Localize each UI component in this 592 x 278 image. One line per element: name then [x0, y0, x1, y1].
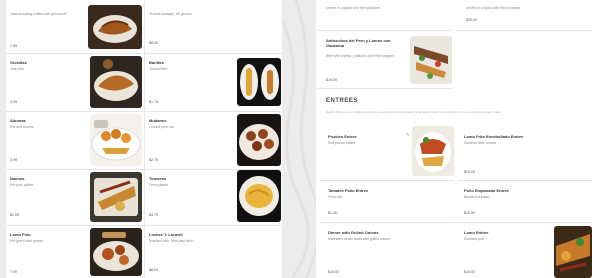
item-photo: [554, 226, 592, 278]
item-name: Pollo Empanado Entree: [464, 188, 509, 193]
item-description: Red pozole platter: [328, 141, 356, 145]
item-price: $19.00: [328, 270, 339, 274]
menu-card[interactable]: Tamales Pollo Entree Fried rice $1.50: [320, 182, 454, 223]
right-menu-panel: served in a tapas with fried potatoes se…: [316, 0, 592, 278]
item-price: 3.99: [10, 100, 17, 104]
menu-card[interactable]: Lochee T. Lorowll Roasted pork, fried pa…: [145, 226, 282, 278]
item-name: Pozoles Entree: [328, 134, 357, 139]
item-name: Albonas: [10, 118, 26, 123]
item-name: Nachos: [10, 176, 25, 181]
item-description: Ground pork mix: [149, 125, 175, 129]
item-name: Mudanes: [149, 118, 167, 123]
item-description: Ref pork platter: [10, 183, 34, 187]
item-name: Anticuchos del Peru y Lomos con Gaucama: [326, 38, 391, 48]
item-description: Sauteed beef, onions: [464, 141, 497, 145]
item-photo: [237, 58, 281, 106]
item-description: Ref and cheese: [10, 125, 34, 129]
item-photo: [88, 5, 142, 49]
menu-card[interactable]: Lomo Entree Roasted pork $19.00: [458, 224, 592, 278]
item-description: Grand fillers: [149, 67, 168, 71]
item-price: 7.00: [10, 270, 17, 274]
menu-card[interactable]: Dinner with Grilled Onions Marinated sir…: [320, 224, 454, 278]
item-photo: [237, 114, 281, 166]
item-photo: [90, 56, 142, 108]
item-price: 3.99: [10, 158, 17, 162]
menu-card[interactable]: served in a tapas with fried potatoes: [316, 0, 452, 31]
menu-card[interactable]: Ground sausage, ref ground $8.50: [145, 0, 282, 54]
menu-card[interactable]: Nachos Ref pork platter $1.00: [6, 170, 144, 226]
item-price: $8.00: [149, 268, 158, 272]
item-photo: [237, 170, 281, 222]
item-name: Barillos: [149, 60, 164, 65]
left-menu-panel: Jane dumpling stuffed with ground ref 7.…: [6, 0, 282, 278]
item-description: Beef with shrimp, potatoes and fresh pep…: [326, 54, 395, 58]
item-name: Tomsens: [149, 176, 167, 181]
menu-card[interactable]: Pollo Empanado Entree Breaded chicken $1…: [458, 182, 592, 223]
item-description: Marinated sirloin steak with grilled oni…: [328, 237, 390, 241]
item-photo: [90, 228, 142, 276]
item-description: Breaded chicken: [464, 195, 490, 199]
item-description: Fried rice: [328, 195, 343, 199]
item-price: $1.50: [328, 211, 337, 215]
item-description: Jedi pork: [10, 67, 24, 71]
menu-card[interactable]: Pozoles Entree Red pozole platter ✎: [320, 122, 454, 181]
item-price: $20.00: [466, 18, 477, 22]
item-price: $19.00: [464, 270, 475, 274]
menu-card[interactable]: Lomo Frito Encebollado Entree Sauteed be…: [458, 122, 592, 181]
item-name: Lochee T. Lorowll: [149, 232, 183, 237]
item-description: Roasted pork: [464, 237, 485, 241]
menu-card[interactable]: Mudanes Ground pork mix $2.75: [145, 112, 282, 170]
item-price: 7.95: [10, 44, 17, 48]
item-description: served in a tapas with fried potatoes: [326, 6, 381, 10]
item-price: $8.50: [149, 41, 158, 45]
item-name: Lomo Foto: [10, 232, 31, 237]
item-description: Fresh platter: [149, 183, 169, 187]
item-price: $4.75: [149, 213, 158, 217]
item-description: Roasted pork, fried past fresh: [149, 239, 194, 243]
section-description: Hearty dishes of our traditional cuisine…: [326, 110, 501, 114]
section-title: ENTREES: [326, 98, 358, 104]
menu-card[interactable]: served in a tapas with fried potatoes $2…: [456, 0, 592, 31]
item-price: $1.78: [149, 100, 158, 104]
item-name: Dinner with Grilled Onions: [328, 230, 379, 235]
item-photo: [410, 36, 452, 84]
item-price: $2.75: [149, 158, 158, 162]
item-name: Lomo Frito Encebollado Entree: [464, 134, 524, 139]
item-price: $19.00: [464, 170, 475, 174]
menu-card[interactable]: Jane dumpling stuffed with ground ref 7.…: [6, 0, 144, 54]
item-photo: [90, 172, 142, 222]
item-name: Lomo Entree: [464, 230, 489, 235]
edit-icon[interactable]: ✎: [406, 132, 409, 137]
item-name: Guisillas: [10, 60, 27, 65]
item-price: $1.00: [10, 213, 19, 217]
menu-card[interactable]: Lomo Foto Ref grand with spread 7.00: [6, 226, 144, 278]
item-description: Jane dumpling stuffed with ground ref: [10, 12, 67, 16]
item-photo: [90, 114, 142, 166]
featured-menu-card[interactable]: Anticuchos del Peru y Lomos con Gaucama …: [316, 32, 452, 89]
item-description: Ground sausage, ref ground: [149, 12, 192, 16]
item-photo: [412, 126, 454, 176]
menu-card[interactable]: Tomsens Fresh platter $4.75: [145, 170, 282, 226]
menu-card[interactable]: Guisillas Jedi pork 3.99: [6, 54, 144, 112]
item-name: Tamales Pollo Entree: [328, 188, 369, 193]
item-description: Ref grand with spread: [10, 239, 44, 243]
item-price: $15.00: [464, 211, 475, 215]
menu-card[interactable]: Albonas Ref and cheese 3.99: [6, 112, 144, 170]
item-price: $19.00: [326, 78, 337, 82]
menu-card[interactable]: Barillos Grand fillers $1.78: [145, 54, 282, 112]
item-description: served in a tapas with fried potatoes: [466, 6, 521, 10]
